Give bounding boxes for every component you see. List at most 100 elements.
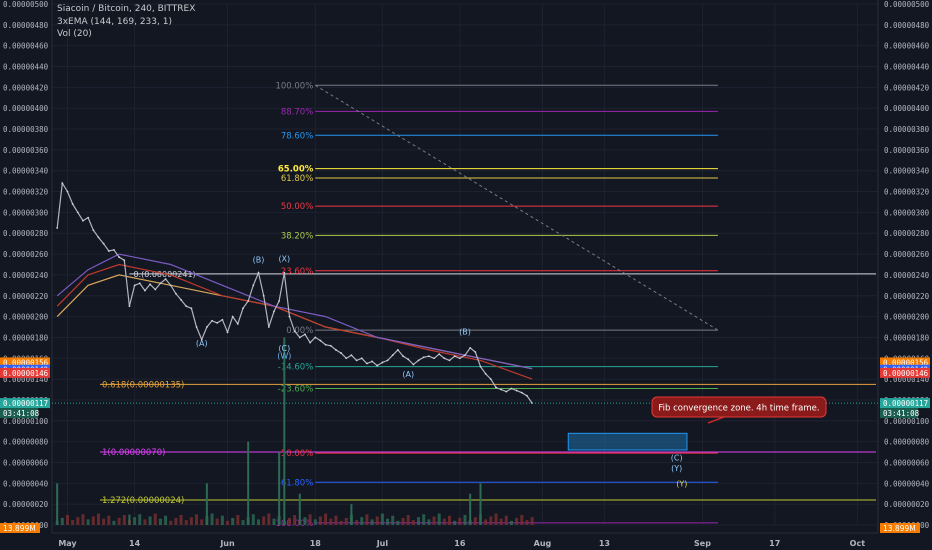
volume-spike (298, 493, 301, 525)
price-point (123, 259, 126, 262)
fib-level-label: 100.00% (275, 81, 313, 91)
volume-bar (504, 515, 508, 525)
volume-bar (189, 517, 193, 525)
volume-spike (278, 452, 281, 525)
volume-bar (344, 517, 348, 525)
y-tick-label-right: 0.00000240 (884, 271, 930, 280)
volume-bar (355, 520, 359, 525)
x-tick-label: 18 (310, 539, 322, 548)
price-point (453, 355, 456, 358)
price-chart[interactable]: 0.00000500 0.00000500 0.00000480 0.00000480… (0, 0, 932, 550)
volume-spike (247, 441, 250, 525)
price-point (391, 354, 394, 357)
y-tick-label-left: 0.00000040 (3, 479, 49, 488)
fib-level-label: -23.60% (278, 384, 313, 394)
price-point (340, 352, 342, 354)
price-point (283, 271, 286, 274)
y-tick-label-left: 0.00000260 (3, 250, 49, 259)
price-point (56, 227, 59, 229)
x-tick-label: 16 (454, 539, 466, 548)
price-point (138, 282, 141, 285)
volume-bar (220, 515, 224, 525)
volume-bar (267, 513, 271, 525)
price-point (448, 359, 451, 362)
volume-bar (272, 518, 276, 525)
price-point (185, 305, 188, 308)
price-point (469, 346, 472, 349)
y-tick-label-right: 0.00000380 (884, 125, 930, 134)
price-point (262, 294, 265, 297)
volume-bar (102, 518, 106, 525)
fib-extension-label: 0.618(0.00000135) (102, 380, 184, 390)
price-point (309, 341, 312, 344)
price-badge-left-text: 0.00000117 (3, 399, 48, 408)
fib-level-label: -61.80% (278, 478, 313, 488)
volume-bar (365, 514, 369, 525)
fib-level-label: 23.60% (281, 267, 313, 277)
volume-bar (406, 514, 410, 525)
y-tick-label-left: 0.00000060 (3, 458, 49, 467)
chart-legend: Siacoin / Bitcoin, 240, BITTREX 3xEMA (1… (57, 3, 195, 41)
wave-label: (B) (253, 255, 265, 264)
fib-level-label: 0.00% (286, 326, 313, 336)
price-point (133, 284, 136, 287)
y-tick-label-left: 0.00000340 (3, 167, 49, 176)
price-point (113, 249, 115, 251)
volume-bar (427, 519, 431, 525)
price-point (71, 203, 74, 205)
y-tick-label-right: 0.00000200 (884, 313, 930, 322)
price-point (489, 378, 492, 381)
price-point (505, 390, 508, 393)
price-point (273, 310, 275, 313)
volume-bar (489, 516, 493, 525)
countdown-left: 03:41:08 (3, 409, 40, 418)
volume-bar (515, 517, 519, 525)
volume-bar (499, 518, 503, 525)
price-point (154, 288, 157, 291)
volume-bar (107, 515, 111, 525)
price-point (495, 386, 497, 389)
y-tick-label-left: 0.00000300 (3, 208, 49, 217)
price-point (366, 362, 368, 365)
volume-bar (86, 519, 90, 525)
price-point (484, 373, 487, 375)
wave-label: (W) (277, 351, 291, 360)
x-tick-label: May (58, 539, 77, 548)
volume-bar (375, 516, 379, 525)
wave-label: (A) (196, 339, 208, 348)
y-tick-label-right: 0.00000040 (884, 479, 930, 488)
fib-trend-line (315, 84, 719, 331)
price-badge-left-text: 0.00000146 (3, 369, 49, 378)
y-tick-label-right: 0.00000100 (884, 417, 930, 426)
price-point (345, 357, 348, 360)
volume-bar (339, 520, 343, 525)
callout-text: Fib convergence zone. 4h time frame. (658, 404, 819, 414)
volume-bar (91, 516, 95, 525)
volume-bar (112, 520, 116, 525)
volume-bar (391, 515, 395, 525)
x-tick-label: Aug (534, 539, 552, 548)
wave-label: (Y) (676, 479, 687, 488)
volume-bar (401, 517, 405, 525)
price-point (329, 344, 332, 347)
volume-bar (287, 517, 291, 525)
countdown-right: 03:41:08 (883, 409, 920, 418)
fib-level-label: -14.60% (278, 363, 313, 373)
price-point (335, 349, 337, 351)
volume-spike (469, 493, 472, 525)
price-point (190, 307, 193, 310)
y-tick-label-right: 0.00000280 (884, 229, 930, 238)
x-tick-label: 13 (599, 539, 610, 548)
volume-bar (313, 519, 317, 525)
price-point (164, 278, 167, 280)
price-point (360, 357, 363, 360)
wave-label: (A) (402, 370, 414, 379)
volume-bar (231, 517, 235, 525)
fib-level-label: 50.00% (281, 202, 313, 212)
volume-spike (56, 483, 59, 525)
price-point (376, 364, 379, 367)
price-point (288, 315, 291, 318)
ema-indicator-label: 3xEMA (144, 169, 233, 1) (57, 16, 172, 27)
price-point (195, 326, 198, 328)
volume-badge-left-text: 13.899M (3, 524, 36, 533)
